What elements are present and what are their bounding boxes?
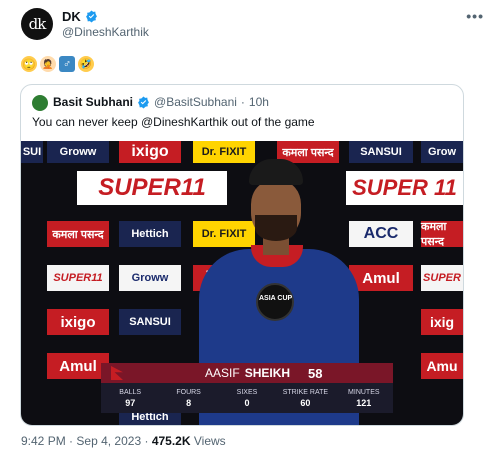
separator: · (69, 434, 74, 448)
face-rolling-eyes-icon: 🙄 (21, 56, 37, 72)
ad-board: Hettich (119, 221, 181, 247)
rolling-laughing-icon: 🤣 (78, 56, 94, 72)
tweet-time[interactable]: 9:42 PM (21, 434, 66, 448)
ad-board: Amul (47, 353, 109, 379)
player-first-name: AASIF (205, 366, 240, 380)
ad-board: SUI (21, 141, 43, 163)
tweet-date[interactable]: Sep 4, 2023 (76, 434, 141, 448)
more-options-icon[interactable]: ••• (466, 8, 484, 24)
views-count: 475.2K (151, 434, 191, 448)
player-runs: 58 (308, 365, 323, 381)
quoted-text: You can never keep @DineshKarthik out of… (32, 115, 315, 129)
author-row: DK (62, 9, 98, 24)
quoted-tweet[interactable]: Basit Subhani @BasitSubhani · 10h You ca… (20, 84, 464, 426)
avatar[interactable]: dk (21, 8, 53, 40)
stat-sixes: SIXES 0 (236, 388, 258, 408)
ad-board: SANSUI (119, 309, 181, 335)
avatar-text: dk (28, 15, 47, 33)
tweet: dk DK @DineshKarthik ••• 🙄 🤦 ♂ 🤣 Basit S… (0, 0, 500, 458)
separator: · (144, 434, 149, 448)
stat-minutes: MINUTES 121 (348, 388, 380, 408)
ad-board: SUPER (421, 265, 463, 291)
quoted-handle[interactable]: @BasitSubhani (154, 95, 237, 109)
player-last-name: SHEIKH (244, 366, 291, 380)
stat-balls: BALLS 97 (119, 388, 142, 408)
quoted-name[interactable]: Basit Subhani (53, 95, 133, 109)
ad-board: कमला पसन्द (421, 221, 463, 248)
ad-board: Amu (421, 353, 463, 379)
scorecard: AASIF SHEIKH 58 BALLS 97 FOURS 8 SIXES 0 ST… (101, 363, 393, 413)
quoted-avatar[interactable] (32, 95, 48, 111)
facepalm-icon: 🤦 (40, 56, 56, 72)
ad-board: SUPER 11 (346, 171, 463, 205)
views-label: Views (193, 434, 226, 448)
scorecard-stats: BALLS 97 FOURS 8 SIXES 0 STRIKE RATE 60 MINU… (101, 383, 393, 413)
quoted-photo[interactable]: SUI Groww ixigo Dr. FIXIT कमला पसन्द SAN… (21, 141, 463, 425)
nepal-flag-icon (111, 366, 123, 380)
verified-badge-icon (85, 10, 97, 23)
scorecard-header: AASIF SHEIKH 58 (101, 363, 393, 383)
stat-fours: FOURS 8 (176, 388, 201, 408)
ad-board: SUPER11 (47, 265, 109, 291)
tweet-metadata: 9:42 PM · Sep 4, 2023 · 475.2K Views (21, 434, 226, 448)
author-name[interactable]: DK (62, 9, 81, 24)
ad-board: Grow (421, 141, 463, 163)
ad-board: Groww (119, 265, 181, 291)
ad-board: कमला पसन्द (47, 221, 109, 247)
male-sign-icon: ♂ (59, 56, 75, 72)
quoted-header: Basit Subhani @BasitSubhani · 10h (53, 95, 269, 109)
ad-board: ixig (421, 309, 463, 335)
ad-board: ixigo (119, 141, 181, 163)
author-handle[interactable]: @DineshKarthik (62, 25, 149, 39)
quoted-time[interactable]: 10h (249, 95, 269, 109)
ad-board: ixigo (47, 309, 109, 335)
microphone-icon (256, 283, 294, 321)
mic-label: ASIA CUP (259, 295, 293, 302)
stat-strike-rate: STRIKE RATE 60 (282, 388, 329, 408)
verified-badge-icon (138, 96, 149, 108)
ad-board: Groww (47, 141, 109, 163)
tweet-text: 🙄 🤦 ♂ 🤣 (21, 56, 94, 72)
separator: · (240, 95, 245, 109)
